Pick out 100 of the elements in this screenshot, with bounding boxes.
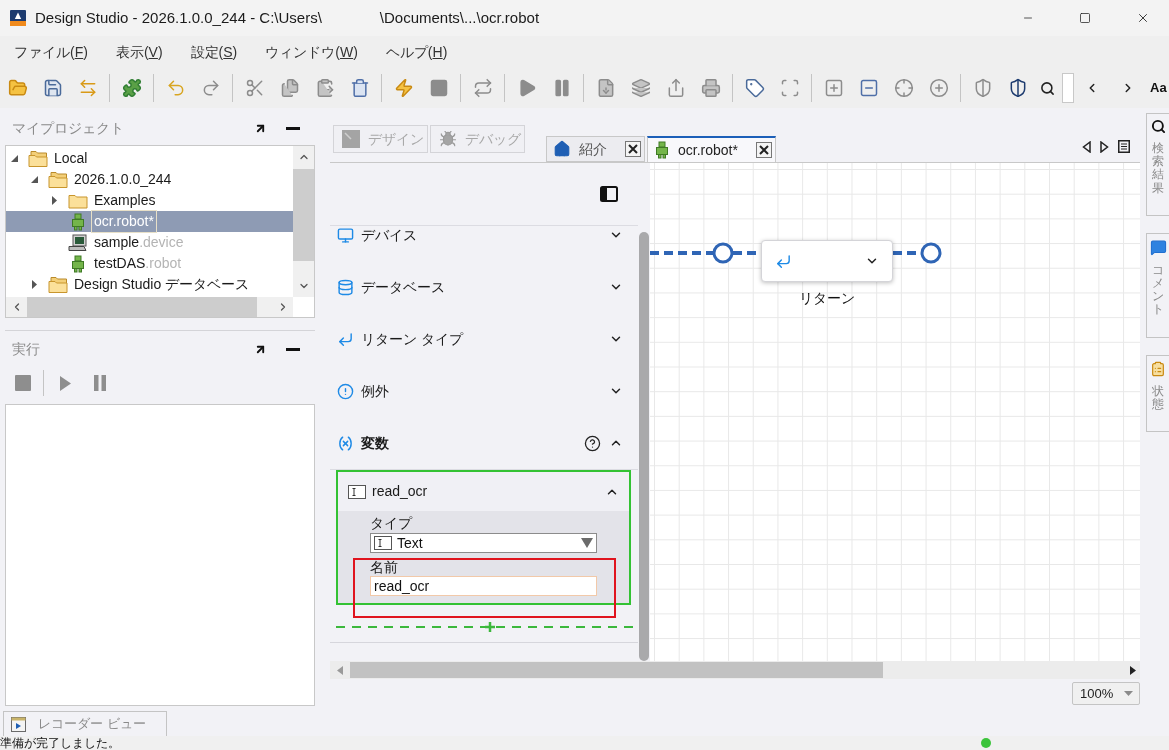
accordion-header[interactable]: デバイス (330, 226, 638, 261)
return-node[interactable] (761, 240, 893, 282)
square-plus-icon[interactable] (823, 78, 844, 98)
circle-plus-icon[interactable] (928, 78, 949, 98)
close-icon[interactable] (625, 141, 641, 157)
folders-icon (28, 150, 48, 167)
caret-right-icon[interactable] (31, 280, 37, 289)
layers-icon[interactable] (630, 78, 651, 98)
maximize-view-icon[interactable] (254, 122, 267, 135)
search-icon (1150, 119, 1166, 134)
bug-icon (439, 130, 457, 148)
text-field-icon (374, 536, 392, 550)
alert-icon (337, 382, 354, 400)
dropdown-arrow-icon[interactable] (1124, 691, 1133, 696)
tree-item[interactable]: Design Studio データベース (6, 274, 293, 295)
font-button[interactable]: Aa (1150, 78, 1167, 98)
stop-icon[interactable] (428, 78, 449, 98)
port-icon[interactable] (920, 242, 942, 264)
computer-icon (68, 233, 88, 252)
clipboard-icon (1150, 360, 1166, 377)
close-icon[interactable] (755, 142, 772, 158)
app-logo-icon (10, 10, 26, 26)
panel-title: マイプロジェクト (12, 119, 124, 138)
edit-square-icon (342, 130, 360, 148)
panel-toggle-icon[interactable] (600, 186, 618, 202)
help-icon[interactable] (584, 434, 601, 452)
editor-tab[interactable]: ocr.robot* (647, 136, 776, 162)
crosshair-icon[interactable] (893, 78, 914, 98)
tree-item[interactable]: 2026.1.0.0_244 (6, 169, 293, 190)
scroll-right-icon[interactable] (1130, 665, 1136, 675)
scroll-right-icon[interactable] (1100, 140, 1109, 153)
pause-icon[interactable] (94, 375, 106, 391)
lightning-icon[interactable] (393, 78, 414, 98)
repeat-icon[interactable] (472, 78, 493, 98)
search-icon[interactable] (1039, 80, 1055, 96)
caret-right-icon[interactable] (51, 196, 57, 205)
copy-icon[interactable] (279, 78, 300, 98)
accordion-header[interactable]: リターン タイプ (330, 313, 638, 365)
tree-item[interactable]: testDAS.robot (6, 253, 293, 274)
search-field[interactable] (1062, 73, 1074, 103)
accordion-header[interactable]: 例外 (330, 365, 638, 417)
database-icon (337, 278, 354, 296)
robot-icon (70, 254, 86, 273)
robot-icon (654, 141, 670, 159)
name-input[interactable]: read_ocr (370, 576, 597, 596)
caret-down-icon[interactable] (10, 155, 18, 162)
node-label: リターン (799, 289, 855, 308)
speech-bubble-icon (1149, 238, 1167, 256)
window-title: Design Studio - 2026.1.0.0_244 - C:\Users\ (35, 7, 322, 28)
cut-icon[interactable] (244, 78, 265, 98)
accordion-header[interactable]: データベース (330, 261, 638, 313)
return-arrow-icon (775, 252, 792, 270)
tree-item[interactable]: sample.device (6, 232, 293, 253)
robot-icon (70, 212, 86, 231)
status-dot-icon (981, 738, 991, 748)
text-field-icon (348, 484, 366, 499)
folder-icon (68, 192, 88, 209)
menu-item[interactable]: ウィンドウ(W) (265, 42, 358, 62)
puzzle-icon[interactable] (121, 78, 142, 98)
save-all-icon[interactable] (42, 78, 63, 98)
status-text: 準備が完了しました。 (0, 736, 120, 750)
vertical-scrollbar[interactable] (293, 146, 314, 297)
scrollbar-thumb[interactable] (639, 232, 649, 661)
variable-icon (337, 434, 354, 452)
dropdown-arrow-icon[interactable] (581, 538, 593, 548)
panel-title: 実行 (12, 339, 40, 359)
minimize-icon[interactable] (286, 347, 300, 351)
monitor-icon (337, 226, 354, 244)
recorder-window-icon (11, 716, 26, 732)
port-icon[interactable] (712, 242, 734, 264)
scan-frame-icon[interactable] (779, 78, 800, 98)
close-icon[interactable] (1136, 11, 1150, 25)
scroll-left-icon[interactable] (1082, 140, 1091, 153)
type-select[interactable]: Text (370, 533, 597, 553)
list-icon[interactable] (1118, 140, 1130, 153)
square-minus-icon[interactable] (858, 78, 879, 98)
open-folder-icon[interactable] (7, 78, 28, 98)
folders-icon (48, 276, 68, 293)
maximize-icon[interactable] (1079, 12, 1091, 24)
horizontal-scrollbar[interactable] (330, 661, 1140, 679)
zoom-select[interactable]: 100% (1072, 682, 1140, 705)
folders-icon (48, 171, 68, 188)
menu-item[interactable]: 表示(V) (115, 42, 163, 62)
field-label: 名前 (370, 559, 398, 576)
menu-item[interactable]: ヘルプ(H) (385, 42, 448, 62)
menu-item[interactable]: 設定(S) (190, 42, 238, 62)
tree-item[interactable]: Examples (6, 190, 293, 211)
return-arrow-icon (337, 330, 354, 348)
tree-item[interactable]: Local (6, 148, 293, 169)
printer-icon[interactable] (700, 78, 721, 98)
editor-tab[interactable]: 紹介 (546, 136, 645, 162)
accordion-header[interactable]: 変数 (330, 417, 638, 469)
play-icon[interactable] (60, 375, 71, 391)
caret-down-icon[interactable] (30, 176, 38, 183)
field-label: タイプ (370, 515, 412, 532)
trash-icon[interactable] (349, 78, 370, 98)
tag-icon[interactable] (744, 78, 765, 98)
window-title-path: \Documents\...\ocr.robot (379, 7, 540, 28)
home-icon (553, 140, 571, 158)
menu-item[interactable]: ファイル(F) (14, 42, 88, 62)
